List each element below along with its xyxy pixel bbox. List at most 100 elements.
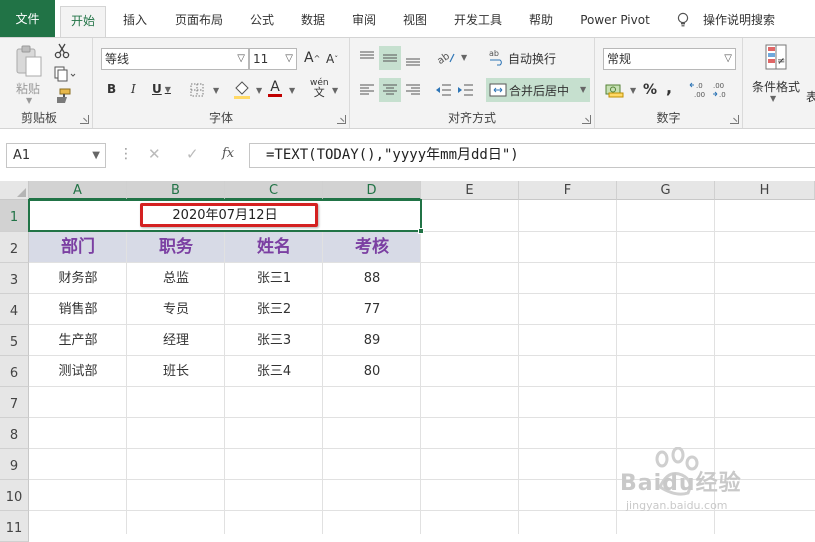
cell-a3[interactable]: 财务部 bbox=[29, 263, 127, 294]
cell-d2[interactable]: 考核 bbox=[323, 232, 421, 263]
align-bottom-icon[interactable] bbox=[404, 50, 422, 68]
formula-bar-splitter[interactable]: ⋮ bbox=[119, 146, 133, 162]
align-top-icon[interactable] bbox=[358, 50, 376, 66]
merge-center-button[interactable]: 合并后居中 ▼ bbox=[486, 78, 590, 102]
enter-icon[interactable]: ✓ bbox=[186, 145, 199, 163]
row-header-6[interactable]: 6 bbox=[0, 356, 29, 387]
cell-d6[interactable]: 80 bbox=[323, 356, 421, 387]
align-center-button[interactable] bbox=[379, 78, 401, 102]
tab-data[interactable]: 数据 bbox=[294, 6, 332, 34]
row-header-7[interactable]: 7 bbox=[0, 387, 29, 418]
alignment-launcher-icon[interactable] bbox=[582, 115, 591, 124]
conditional-format-dropdown[interactable]: ▼ bbox=[770, 94, 776, 103]
paste-button[interactable]: 粘贴 bbox=[16, 80, 40, 97]
row-header-3[interactable]: 3 bbox=[0, 263, 29, 294]
cell-d5[interactable]: 89 bbox=[323, 325, 421, 356]
orientation-icon[interactable]: ab bbox=[436, 48, 458, 66]
formula-input[interactable]: =TEXT(TODAY(),"yyyy年mm月dd日") bbox=[249, 143, 815, 168]
copy-icon[interactable] bbox=[54, 66, 76, 82]
cell-b3[interactable]: 总监 bbox=[127, 263, 225, 294]
conditional-format-icon[interactable]: ≠ bbox=[765, 44, 789, 72]
cell-a4[interactable]: 销售部 bbox=[29, 294, 127, 325]
cell-b4[interactable]: 专员 bbox=[127, 294, 225, 325]
tab-page-layout[interactable]: 页面布局 bbox=[168, 6, 230, 34]
number-launcher-icon[interactable] bbox=[730, 115, 739, 124]
insert-function-icon[interactable]: fx bbox=[222, 146, 234, 161]
orientation-dropdown[interactable]: ▼ bbox=[461, 53, 467, 62]
align-right-icon[interactable] bbox=[404, 82, 422, 98]
cell-c2[interactable]: 姓名 bbox=[225, 232, 323, 263]
tab-help[interactable]: 帮助 bbox=[522, 6, 560, 34]
number-format-combo[interactable]: 常规 ▽ bbox=[603, 48, 736, 70]
clipboard-launcher-icon[interactable] bbox=[80, 115, 89, 124]
align-left-icon[interactable] bbox=[358, 82, 376, 98]
cell-a6[interactable]: 测试部 bbox=[29, 356, 127, 387]
percent-style-button[interactable]: % bbox=[643, 82, 657, 98]
paste-icon[interactable] bbox=[14, 44, 44, 78]
wrap-text-button[interactable]: 自动换行 bbox=[508, 50, 556, 67]
font-color-button[interactable]: A bbox=[268, 80, 282, 97]
tab-formulas[interactable]: 公式 bbox=[243, 6, 281, 34]
tell-me-search[interactable]: 操作说明搜索 bbox=[698, 6, 780, 34]
row-header-9[interactable]: 9 bbox=[0, 449, 29, 480]
italic-button[interactable]: I bbox=[131, 82, 136, 96]
increase-decimal-icon[interactable]: .0 .00 bbox=[689, 80, 709, 100]
fill-color-dropdown[interactable]: ▼ bbox=[256, 86, 262, 95]
column-header-h[interactable]: H bbox=[715, 181, 815, 200]
phonetic-dropdown[interactable]: ▼ bbox=[332, 86, 338, 95]
comma-style-button[interactable]: , bbox=[666, 78, 672, 97]
font-launcher-icon[interactable] bbox=[337, 115, 346, 124]
column-header-a[interactable]: A bbox=[29, 181, 127, 200]
font-name-combo[interactable]: 等线 ▽ bbox=[101, 48, 249, 70]
cell-c6[interactable]: 张三4 bbox=[225, 356, 323, 387]
cell-c4[interactable]: 张三2 bbox=[225, 294, 323, 325]
paste-dropdown[interactable]: ▼ bbox=[26, 96, 32, 105]
tab-power-pivot[interactable]: Power Pivot bbox=[572, 6, 658, 34]
borders-icon[interactable] bbox=[190, 83, 204, 97]
cell-c5[interactable]: 张三3 bbox=[225, 325, 323, 356]
name-box[interactable]: A1 ▼ bbox=[6, 143, 106, 168]
cell-b2[interactable]: 职务 bbox=[127, 232, 225, 263]
accounting-format-dropdown[interactable]: ▼ bbox=[630, 86, 636, 95]
fill-handle[interactable] bbox=[418, 228, 424, 234]
wrap-text-icon[interactable]: ab bbox=[488, 48, 506, 66]
font-size-combo[interactable]: 11 ▽ bbox=[249, 48, 297, 70]
cell-d3[interactable]: 88 bbox=[323, 263, 421, 294]
column-header-c[interactable]: C bbox=[225, 181, 323, 200]
bold-button[interactable]: B bbox=[107, 82, 116, 96]
format-as-table-button[interactable]: 表 bbox=[806, 88, 815, 105]
accounting-format-icon[interactable] bbox=[605, 82, 625, 98]
decrease-decimal-icon[interactable]: .00 .0 bbox=[712, 80, 732, 100]
tab-developer[interactable]: 开发工具 bbox=[447, 6, 509, 34]
increase-indent-icon[interactable] bbox=[456, 82, 474, 98]
tab-file[interactable]: 文件 bbox=[0, 0, 55, 38]
cancel-icon[interactable]: ✕ bbox=[148, 145, 161, 163]
cell-a5[interactable]: 生产部 bbox=[29, 325, 127, 356]
tab-home[interactable]: 开始 bbox=[60, 6, 106, 38]
row-header-2[interactable]: 2 bbox=[0, 232, 29, 263]
cell-c3[interactable]: 张三1 bbox=[225, 263, 323, 294]
merge-center-dropdown[interactable]: ▼ bbox=[580, 85, 586, 94]
tab-insert[interactable]: 插入 bbox=[115, 6, 155, 34]
underline-button[interactable]: U ▼ bbox=[152, 82, 171, 96]
row-header-8[interactable]: 8 bbox=[0, 418, 29, 449]
cell-b6[interactable]: 班长 bbox=[127, 356, 225, 387]
column-header-e[interactable]: E bbox=[421, 181, 519, 200]
column-header-d[interactable]: D bbox=[323, 181, 421, 200]
tab-review[interactable]: 审阅 bbox=[345, 6, 383, 34]
cell-a2[interactable]: 部门 bbox=[29, 232, 127, 263]
row-header-1[interactable]: 1 bbox=[0, 200, 29, 232]
shrink-font-button[interactable]: Aˇ bbox=[326, 52, 338, 66]
select-all-button[interactable] bbox=[0, 181, 29, 200]
fill-color-icon[interactable] bbox=[233, 80, 251, 100]
row-header-10[interactable]: 10 bbox=[0, 480, 29, 511]
grow-font-button[interactable]: A ^ bbox=[304, 50, 320, 66]
align-middle-button[interactable] bbox=[379, 46, 401, 70]
cut-icon[interactable] bbox=[54, 43, 70, 59]
borders-dropdown[interactable]: ▼ bbox=[213, 86, 219, 95]
tab-view[interactable]: 视图 bbox=[396, 6, 434, 34]
column-header-g[interactable]: G bbox=[617, 181, 715, 200]
column-header-f[interactable]: F bbox=[519, 181, 617, 200]
decrease-indent-icon[interactable] bbox=[434, 82, 452, 98]
row-header-4[interactable]: 4 bbox=[0, 294, 29, 325]
